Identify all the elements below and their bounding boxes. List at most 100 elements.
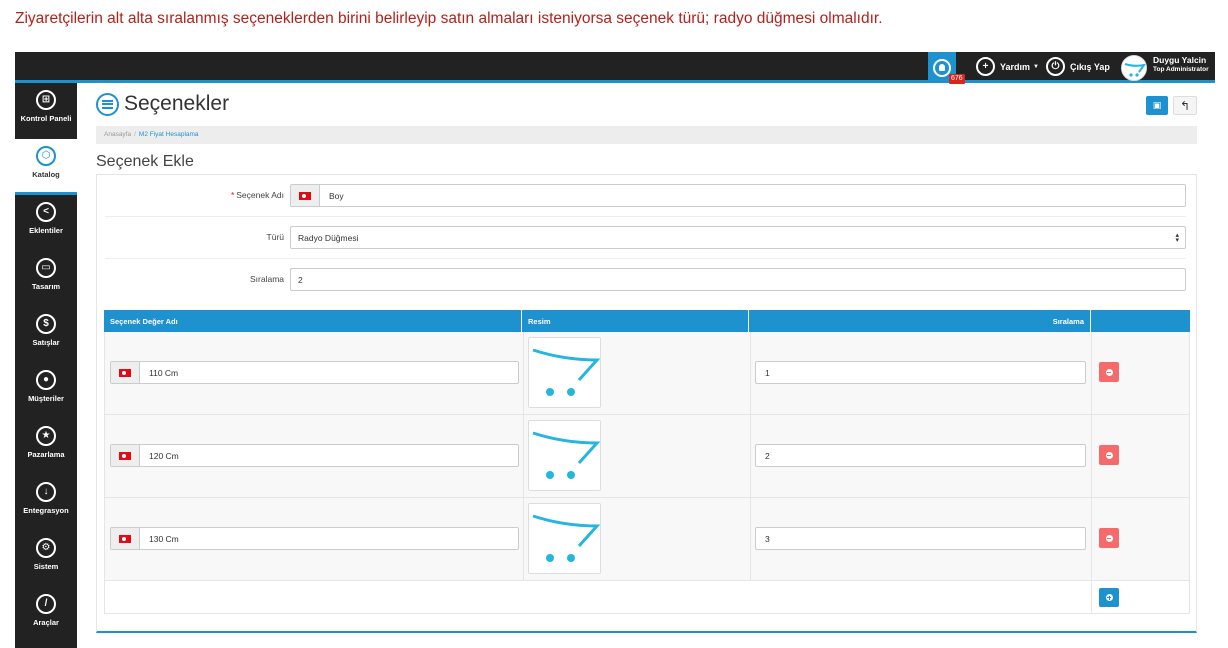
cart-placeholder-icon bbox=[532, 431, 601, 479]
option-sort-input[interactable]: 2 bbox=[290, 268, 1186, 291]
cart-placeholder-icon bbox=[532, 348, 601, 396]
dollar-icon: $ bbox=[36, 314, 56, 334]
extensions-icon: < bbox=[36, 202, 56, 222]
caret-down-icon: ▼ bbox=[1033, 63, 1039, 70]
breadcrumb: Anasayfa / M2 Fiyat Hesaplama bbox=[96, 126, 1197, 144]
power-icon: ⏻ bbox=[1046, 57, 1065, 76]
option-type-value: Radyo Düğmesi bbox=[298, 232, 359, 243]
save-icon: ▣ bbox=[1152, 100, 1162, 110]
language-flag-addon bbox=[111, 528, 140, 549]
remove-value-button[interactable] bbox=[1099, 445, 1119, 465]
turkey-flag-icon bbox=[119, 451, 131, 460]
sidebar-item-sistem[interactable]: ⚙ Sistem bbox=[15, 531, 77, 587]
option-value-name: 110 Cm bbox=[149, 367, 179, 378]
option-value-name: 130 Cm bbox=[149, 533, 179, 544]
user-name: Duygu Yalcin bbox=[1153, 55, 1207, 65]
sidebar-item-eklentiler[interactable]: < Eklentiler bbox=[15, 195, 77, 251]
option-name-input[interactable]: Boy bbox=[290, 184, 1186, 207]
remove-value-button[interactable] bbox=[1099, 362, 1119, 382]
option-values-table: Seçenek Değer Adı Resim Sıralama 110 Cm bbox=[104, 310, 1190, 614]
option-type-select[interactable]: Radyo Düğmesi ▴ ▾ bbox=[290, 226, 1186, 249]
cart-placeholder-icon bbox=[532, 514, 601, 562]
option-image-thumbnail[interactable] bbox=[528, 503, 601, 574]
option-value-name-input[interactable]: 130 Cm bbox=[110, 527, 519, 550]
logout-button[interactable]: ⏻ Çıkış Yap bbox=[1046, 57, 1110, 76]
option-image-thumbnail[interactable] bbox=[528, 420, 601, 491]
minus-circle-icon bbox=[1105, 534, 1113, 542]
option-name-row: * Seçenek Adı Boy bbox=[105, 175, 1186, 217]
save-button[interactable]: ▣ bbox=[1146, 96, 1168, 115]
main-content: Seçenekler ▣ ↰ Anasayfa / M2 Fiyat Hesapla… bbox=[77, 86, 1215, 648]
download-icon: ↓ bbox=[36, 482, 56, 502]
option-image-thumbnail[interactable] bbox=[528, 337, 601, 408]
logout-label: Çıkış Yap bbox=[1070, 61, 1110, 72]
turkey-flag-icon bbox=[119, 368, 131, 377]
column-header-sort: Sıralama bbox=[749, 310, 1091, 332]
option-value-name-input[interactable]: 110 Cm bbox=[110, 361, 519, 384]
option-form-panel: * Seçenek Adı Boy Türü Radyo Düğmesi ▴ ▾ S… bbox=[96, 174, 1197, 633]
sidebar-item-label: Pazarlama bbox=[27, 450, 65, 459]
sidebar-item-label: Müşteriler bbox=[28, 394, 64, 403]
option-value-name: 120 Cm bbox=[149, 450, 179, 461]
option-value-sort-input[interactable]: 2 bbox=[755, 444, 1086, 467]
option-value-sort-input[interactable]: 1 bbox=[755, 361, 1086, 384]
sidebar-item-satislar[interactable]: $ Satışlar bbox=[15, 307, 77, 363]
user-info[interactable]: Duygu Yalcin Top Administrator bbox=[1153, 56, 1209, 74]
dashboard-icon: ⊞ bbox=[36, 90, 56, 110]
option-value-sort-input[interactable]: 3 bbox=[755, 527, 1086, 550]
life-ring-icon: + bbox=[976, 57, 995, 76]
tutorial-caption: Ziyaretçilerin alt alta sıralanmış seçen… bbox=[15, 10, 883, 27]
select-arrows-icon: ▴ ▾ bbox=[1175, 232, 1179, 244]
cogs-icon: ⚙ bbox=[36, 538, 56, 558]
plus-circle-icon bbox=[1105, 594, 1113, 601]
sidebar-item-label: Eklentiler bbox=[29, 226, 63, 235]
page-title: Seçenekler bbox=[124, 92, 230, 115]
top-bar: 676 + Yardım ▼ ⏻ Çıkış Yap Duygu Yalcin … bbox=[15, 52, 1215, 84]
minus-circle-icon bbox=[1105, 368, 1113, 376]
help-menu[interactable]: + Yardım ▼ bbox=[976, 57, 1039, 76]
turkey-flag-icon bbox=[119, 534, 131, 543]
sidebar-item-entegrasyon[interactable]: ↓ Entegrasyon bbox=[15, 475, 77, 531]
breadcrumb-current[interactable]: M2 Fiyat Hesaplama bbox=[139, 131, 199, 138]
sidebar-item-katalog[interactable]: ⬡ Katalog bbox=[15, 139, 77, 195]
breadcrumb-separator: / bbox=[134, 131, 136, 138]
sidebar-item-musteriler[interactable]: ● Müşteriler bbox=[15, 363, 77, 419]
wrench-icon: / bbox=[36, 594, 56, 614]
remove-value-button[interactable] bbox=[1099, 528, 1119, 548]
sidebar-item-label: Araçlar bbox=[33, 618, 59, 627]
sidebar-item-label: Tasarım bbox=[31, 282, 61, 291]
option-sort-value: 2 bbox=[298, 274, 303, 285]
option-value-name-input[interactable]: 120 Cm bbox=[110, 444, 519, 467]
column-header-value-name: Seçenek Değer Adı bbox=[104, 310, 522, 332]
sidebar-item-label: Satışlar bbox=[32, 338, 60, 347]
sidebar-item-label: Sistem bbox=[33, 562, 59, 571]
star-icon: ★ bbox=[36, 426, 56, 446]
language-flag-addon bbox=[111, 362, 140, 383]
table-row: 110 Cm 1 bbox=[104, 332, 1190, 415]
list-icon bbox=[96, 92, 119, 116]
language-flag-addon bbox=[291, 185, 320, 206]
add-value-button[interactable] bbox=[1099, 588, 1119, 607]
page-header: Seçenekler bbox=[96, 92, 229, 116]
sidebar-item-label: Katalog bbox=[32, 170, 60, 179]
sidebar-item-pazarlama[interactable]: ★ Pazarlama bbox=[15, 419, 77, 475]
breadcrumb-home[interactable]: Anasayfa bbox=[104, 131, 131, 138]
back-button[interactable]: ↰ bbox=[1173, 96, 1197, 115]
cart-logo-icon bbox=[1124, 63, 1146, 77]
column-header-image: Resim bbox=[522, 310, 749, 332]
sidebar-item-label: Kontrol Paneli bbox=[20, 114, 72, 123]
admin-app: 676 + Yardım ▼ ⏻ Çıkış Yap Duygu Yalcin … bbox=[15, 52, 1215, 648]
sidebar-item-kontrol-paneli[interactable]: ⊞ Kontrol Paneli bbox=[15, 83, 77, 139]
option-type-row: Türü Radyo Düğmesi ▴ ▾ bbox=[105, 217, 1186, 259]
table-footer bbox=[104, 581, 1190, 614]
sidebar: ⊞ Kontrol Paneli ⬡ Katalog < Eklentiler … bbox=[15, 83, 77, 648]
sidebar-item-tasarim[interactable]: ▭ Tasarım bbox=[15, 251, 77, 307]
option-name-value: Boy bbox=[329, 190, 344, 201]
notification-count-badge: 676 bbox=[949, 74, 965, 84]
option-type-label: Türü bbox=[266, 232, 284, 242]
option-value-sort: 3 bbox=[765, 533, 770, 544]
option-name-label: * Seçenek Adı bbox=[230, 190, 284, 200]
avatar[interactable] bbox=[1121, 55, 1147, 81]
option-value-sort: 2 bbox=[765, 450, 770, 461]
sidebar-item-araclar[interactable]: / Araçlar bbox=[15, 587, 77, 643]
